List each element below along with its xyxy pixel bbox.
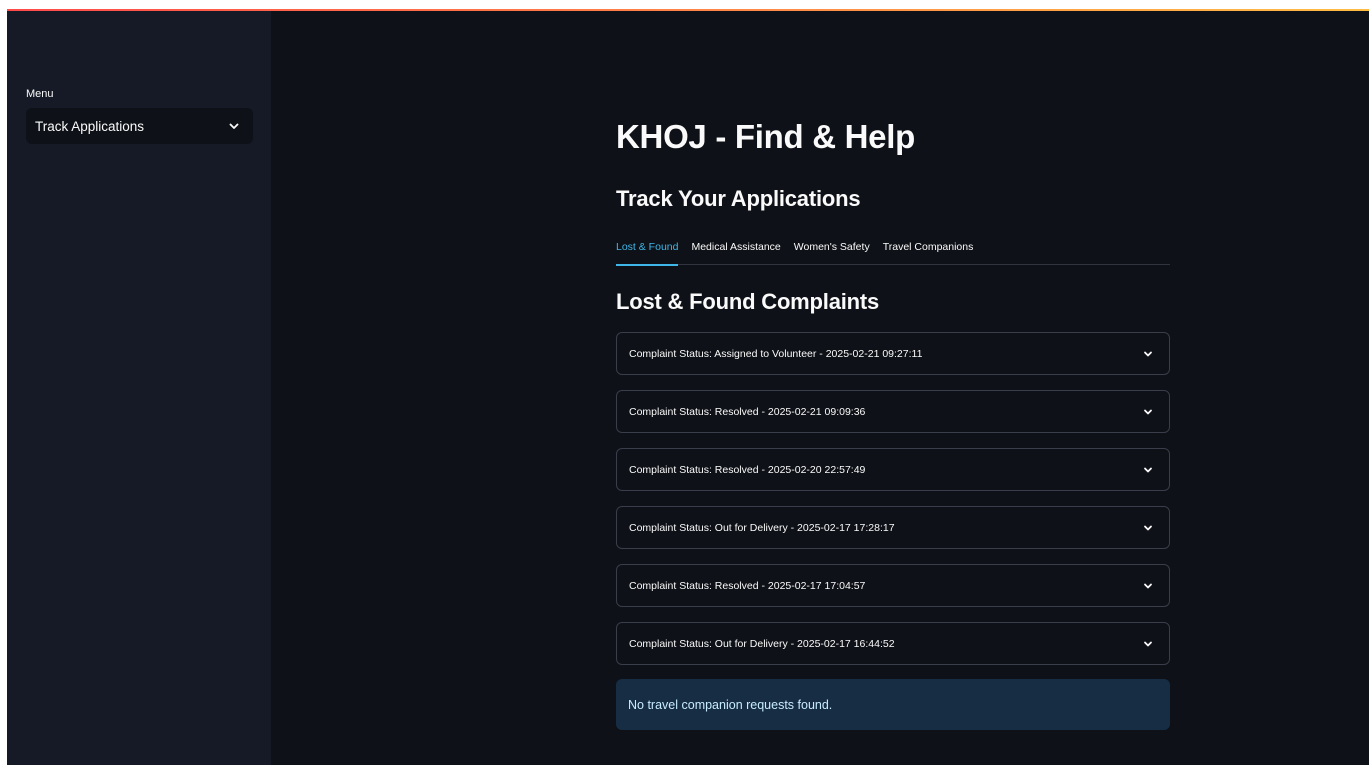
page-title: KHOJ - Find & Help <box>616 118 915 155</box>
complaint-expander[interactable]: Complaint Status: Resolved - 2025-02-17 … <box>616 564 1170 607</box>
complaint-expander[interactable]: Complaint Status: Out for Delivery - 202… <box>616 622 1170 665</box>
page-subtitle: Track Your Applications <box>616 186 861 211</box>
tab-medical-assistance[interactable]: Medical Assistance <box>691 236 780 265</box>
info-alert: No travel companion requests found. <box>616 679 1170 730</box>
tab-bar: Lost & Found Medical Assistance Women's … <box>616 236 1170 266</box>
complaint-expander[interactable]: Complaint Status: Resolved - 2025-02-20 … <box>616 448 1170 491</box>
chevron-down-icon <box>1141 637 1155 651</box>
left-edge <box>0 0 7 765</box>
chevron-down-icon <box>1141 405 1155 419</box>
complaint-label: Complaint Status: Out for Delivery - 202… <box>629 637 895 650</box>
tab-womens-safety[interactable]: Women's Safety <box>794 236 870 265</box>
menu-label: Menu <box>26 88 54 100</box>
complaint-expander[interactable]: Complaint Status: Assigned to Volunteer … <box>616 332 1170 375</box>
tab-travel-companions[interactable]: Travel Companions <box>883 236 974 265</box>
app-root: Menu Track Applications KHOJ - Find & He… <box>0 0 1369 765</box>
chevron-down-icon <box>1141 347 1155 361</box>
chevron-down-icon <box>1141 521 1155 535</box>
tab-lost-and-found[interactable]: Lost & Found <box>616 236 679 266</box>
complaint-label: Complaint Status: Out for Delivery - 202… <box>629 521 895 534</box>
sidebar: Menu Track Applications <box>7 11 271 765</box>
complaint-expander[interactable]: Complaint Status: Resolved - 2025-02-21 … <box>616 390 1170 433</box>
complaint-label: Complaint Status: Resolved - 2025-02-17 … <box>629 579 866 592</box>
section-title: Lost & Found Complaints <box>616 289 880 314</box>
chevron-down-icon <box>1141 579 1155 593</box>
complaint-label: Complaint Status: Resolved - 2025-02-21 … <box>629 405 866 418</box>
info-message: No travel companion requests found. <box>628 697 833 712</box>
complaint-label: Complaint Status: Assigned to Volunteer … <box>629 347 923 360</box>
complaint-label: Complaint Status: Resolved - 2025-02-20 … <box>629 463 866 476</box>
menu-select-value: Track Applications <box>35 118 145 134</box>
chevron-down-icon <box>227 119 241 133</box>
complaint-expander[interactable]: Complaint Status: Out for Delivery - 202… <box>616 506 1170 549</box>
chevron-down-icon <box>1141 463 1155 477</box>
menu-select[interactable]: Track Applications <box>26 108 253 144</box>
